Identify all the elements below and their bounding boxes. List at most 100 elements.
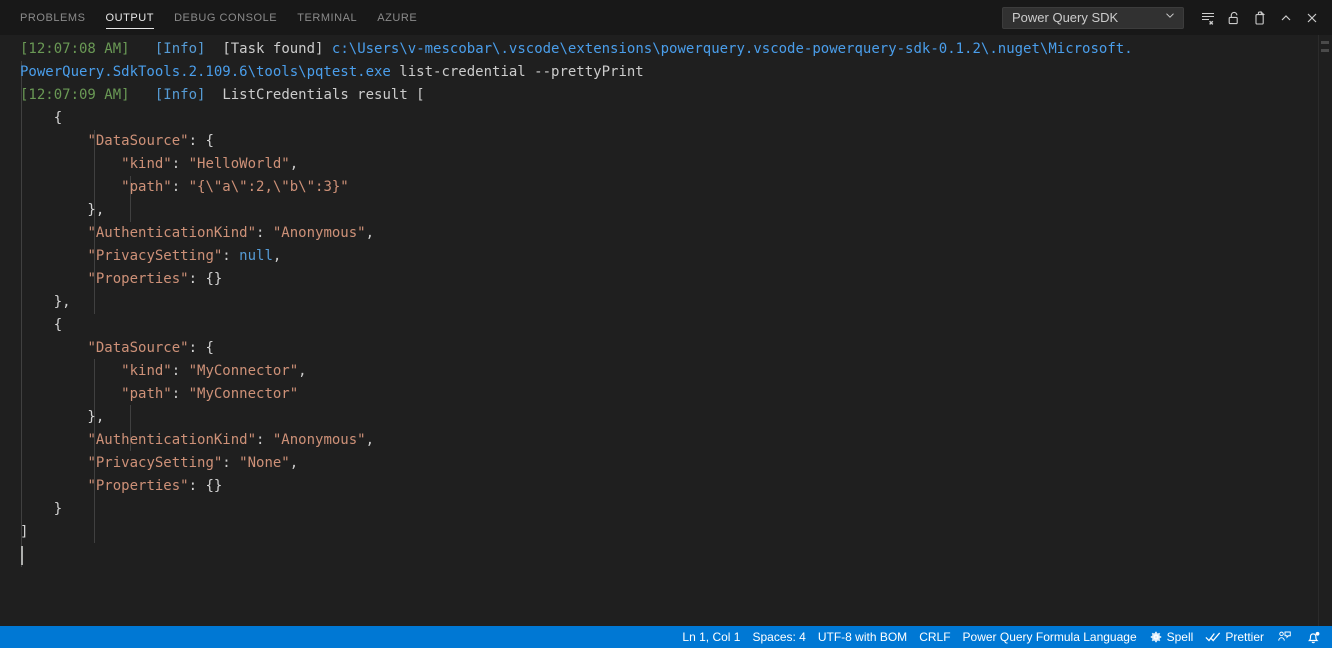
output-token: , <box>272 248 282 264</box>
output-token: null <box>239 248 273 264</box>
output-token: "HelloWorld" <box>188 156 290 172</box>
output-token <box>20 455 87 471</box>
output-token: [Info] <box>154 41 206 57</box>
output-token: , <box>289 455 299 471</box>
open-in-editor-icon[interactable] <box>1248 6 1272 30</box>
output-token: c:\Users\v-mescobar\.vscode\extensions\p… <box>331 41 1133 57</box>
output-line: { <box>20 107 1318 130</box>
output-token: "Anonymous" <box>272 225 366 241</box>
status-notifications[interactable] <box>1299 626 1328 648</box>
status-spell-checker[interactable]: Spell <box>1143 626 1200 648</box>
tab-label: OUTPUT <box>105 11 155 24</box>
output-token: "AuthenticationKind" <box>87 432 257 448</box>
output-token: }, <box>20 409 105 425</box>
output-channel-select[interactable]: Power Query SDK <box>1002 6 1184 29</box>
output-token: "{\"a\":2,\"b\":3}" <box>188 179 349 195</box>
status-item-label: Spell <box>1166 630 1194 644</box>
output-line: { <box>20 314 1318 337</box>
status-item-label: CRLF <box>919 630 951 644</box>
status-cursor-position[interactable]: Ln 1, Col 1 <box>676 626 746 648</box>
output-token: "Properties" <box>87 478 189 494</box>
status-feedback[interactable] <box>1270 626 1299 648</box>
tab-azure[interactable]: AZURE <box>367 0 427 35</box>
output-line: "path": "{\"a\":2,\"b\":3}" <box>20 176 1318 199</box>
output-channel-value: Power Query SDK <box>1012 10 1119 25</box>
output-token: : <box>222 248 240 264</box>
output-token: }, <box>20 294 71 310</box>
output-token: : <box>256 432 273 448</box>
output-token: "MyConnector" <box>188 386 299 402</box>
output-token <box>205 87 222 103</box>
output-token: } <box>20 501 63 517</box>
output-token: "PrivacySetting" <box>87 455 223 471</box>
status-item-label: Prettier <box>1225 630 1264 644</box>
output-token: : { <box>188 340 214 356</box>
output-token: "DataSource" <box>87 340 189 356</box>
output-token: [Task found] <box>222 41 324 57</box>
tab-debug-console[interactable]: DEBUG CONSOLE <box>164 0 287 35</box>
status-item-label: Spaces: 4 <box>752 630 806 644</box>
status-prettier[interactable]: Prettier <box>1199 626 1270 648</box>
output-token: : <box>171 156 189 172</box>
output-token <box>20 340 87 356</box>
output-token: : <box>171 386 189 402</box>
chevron-up-icon[interactable] <box>1274 6 1298 30</box>
chevron-down-icon <box>1163 8 1177 27</box>
output-token: "Anonymous" <box>272 432 366 448</box>
output-token <box>130 41 155 57</box>
output-token: "kind" <box>121 363 172 379</box>
status-item-label: Ln 1, Col 1 <box>682 630 741 644</box>
double-check-icon <box>1205 630 1221 644</box>
output-token: }, <box>20 202 105 218</box>
output-token: : <box>222 455 240 471</box>
output-line: "PrivacySetting": null, <box>20 245 1318 268</box>
status-item-label: Power Query Formula Language <box>962 630 1137 644</box>
output-token <box>130 87 155 103</box>
output-token: "Properties" <box>87 271 189 287</box>
bell-dot-icon <box>1306 630 1321 645</box>
output-scrollbar[interactable] <box>1318 35 1332 626</box>
status-indentation[interactable]: Spaces: 4 <box>746 626 811 648</box>
output-token: : {} <box>188 478 223 494</box>
output-token <box>323 41 331 57</box>
output-token: "PrivacySetting" <box>87 248 223 264</box>
output-token: "AuthenticationKind" <box>87 225 257 241</box>
output-token: ] <box>20 524 29 540</box>
output-token <box>20 363 121 379</box>
output-token: PowerQuery.SdkTools.2.109.6\tools\pqtest… <box>20 64 391 80</box>
status-encoding[interactable]: UTF-8 with BOM <box>812 626 913 648</box>
output-token: , <box>298 363 307 379</box>
output-token <box>20 248 87 264</box>
output-line: "AuthenticationKind": "Anonymous", <box>20 429 1318 452</box>
output-token: : <box>171 179 189 195</box>
output-token <box>20 432 87 448</box>
output-token: { <box>20 317 63 333</box>
output-editor[interactable]: [12:07:08 AM] [Info] [Task found] c:\Use… <box>0 35 1332 626</box>
output-line: [12:07:09 AM] [Info] ListCredentials res… <box>20 84 1318 107</box>
tab-terminal[interactable]: TERMINAL <box>287 0 367 35</box>
unlock-scroll-icon[interactable] <box>1222 6 1246 30</box>
tab-label: PROBLEMS <box>20 11 86 24</box>
output-token <box>20 133 87 149</box>
status-language-mode[interactable]: Power Query Formula Language <box>957 626 1143 648</box>
tab-label: DEBUG CONSOLE <box>174 11 278 24</box>
output-line: "kind": "HelloWorld", <box>20 153 1318 176</box>
output-line <box>20 544 1318 567</box>
vscode-panel-window: PROBLEMS OUTPUT DEBUG CONSOLE TERMINAL AZURE… <box>0 0 1332 648</box>
output-token <box>20 478 87 494</box>
gear-icon <box>1149 630 1163 644</box>
output-line: "DataSource": { <box>20 130 1318 153</box>
tab-label: AZURE <box>377 11 418 24</box>
output-token <box>20 271 87 287</box>
output-token: [12:07:09 AM] <box>20 87 130 103</box>
status-bar: Ln 1, Col 1 Spaces: 4 UTF-8 with BOM CRLF Po… <box>0 626 1332 648</box>
tab-output[interactable]: OUTPUT <box>96 0 165 35</box>
output-token: : { <box>188 133 214 149</box>
output-line: "kind": "MyConnector", <box>20 360 1318 383</box>
tab-problems[interactable]: PROBLEMS <box>10 0 96 35</box>
close-icon[interactable] <box>1300 6 1324 30</box>
text-caret <box>21 546 23 565</box>
status-eol[interactable]: CRLF <box>913 626 956 648</box>
panel-header: PROBLEMS OUTPUT DEBUG CONSOLE TERMINAL AZURE… <box>0 0 1332 35</box>
clear-output-icon[interactable] <box>1196 6 1220 30</box>
